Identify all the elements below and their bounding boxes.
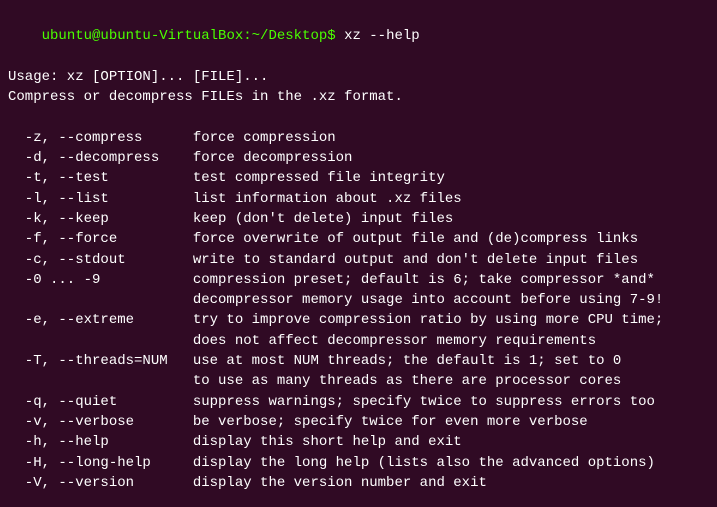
terminal-line-1: Usage: xz [OPTION]... [FILE]... <box>8 67 709 87</box>
terminal-line-22 <box>8 493 709 507</box>
prompt-0: ubuntu@ubuntu-VirtualBox:~/Desktop$ <box>42 28 336 44</box>
terminal-line-0: ubuntu@ubuntu-VirtualBox:~/Desktop$ xz -… <box>8 6 709 67</box>
terminal-line-2: Compress or decompress FILEs in the .xz … <box>8 87 709 107</box>
terminal-line-16: to use as many threads as there are proc… <box>8 371 709 391</box>
terminal-line-17: -q, --quiet suppress warnings; specify t… <box>8 392 709 412</box>
terminal-window[interactable]: ubuntu@ubuntu-VirtualBox:~/Desktop$ xz -… <box>0 0 717 507</box>
terminal-line-20: -H, --long-help display the long help (l… <box>8 453 709 473</box>
terminal-line-19: -h, --help display this short help and e… <box>8 432 709 452</box>
terminal-line-8: -k, --keep keep (don't delete) input fil… <box>8 209 709 229</box>
command-text: xz --help <box>336 28 420 44</box>
terminal-line-5: -d, --decompress force decompression <box>8 148 709 168</box>
terminal-line-14: does not affect decompressor memory requ… <box>8 331 709 351</box>
terminal-line-21: -V, --version display the version number… <box>8 473 709 493</box>
terminal-line-7: -l, --list list information about .xz fi… <box>8 189 709 209</box>
terminal-line-12: decompressor memory usage into account b… <box>8 290 709 310</box>
terminal-line-18: -v, --verbose be verbose; specify twice … <box>8 412 709 432</box>
terminal-line-11: -0 ... -9 compression preset; default is… <box>8 270 709 290</box>
terminal-line-9: -f, --force force overwrite of output fi… <box>8 229 709 249</box>
terminal-line-15: -T, --threads=NUM use at most NUM thread… <box>8 351 709 371</box>
terminal-line-4: -z, --compress force compression <box>8 128 709 148</box>
terminal-line-3 <box>8 107 709 127</box>
terminal-line-13: -e, --extreme try to improve compression… <box>8 310 709 330</box>
terminal-line-6: -t, --test test compressed file integrit… <box>8 168 709 188</box>
terminal-line-10: -c, --stdout write to standard output an… <box>8 250 709 270</box>
